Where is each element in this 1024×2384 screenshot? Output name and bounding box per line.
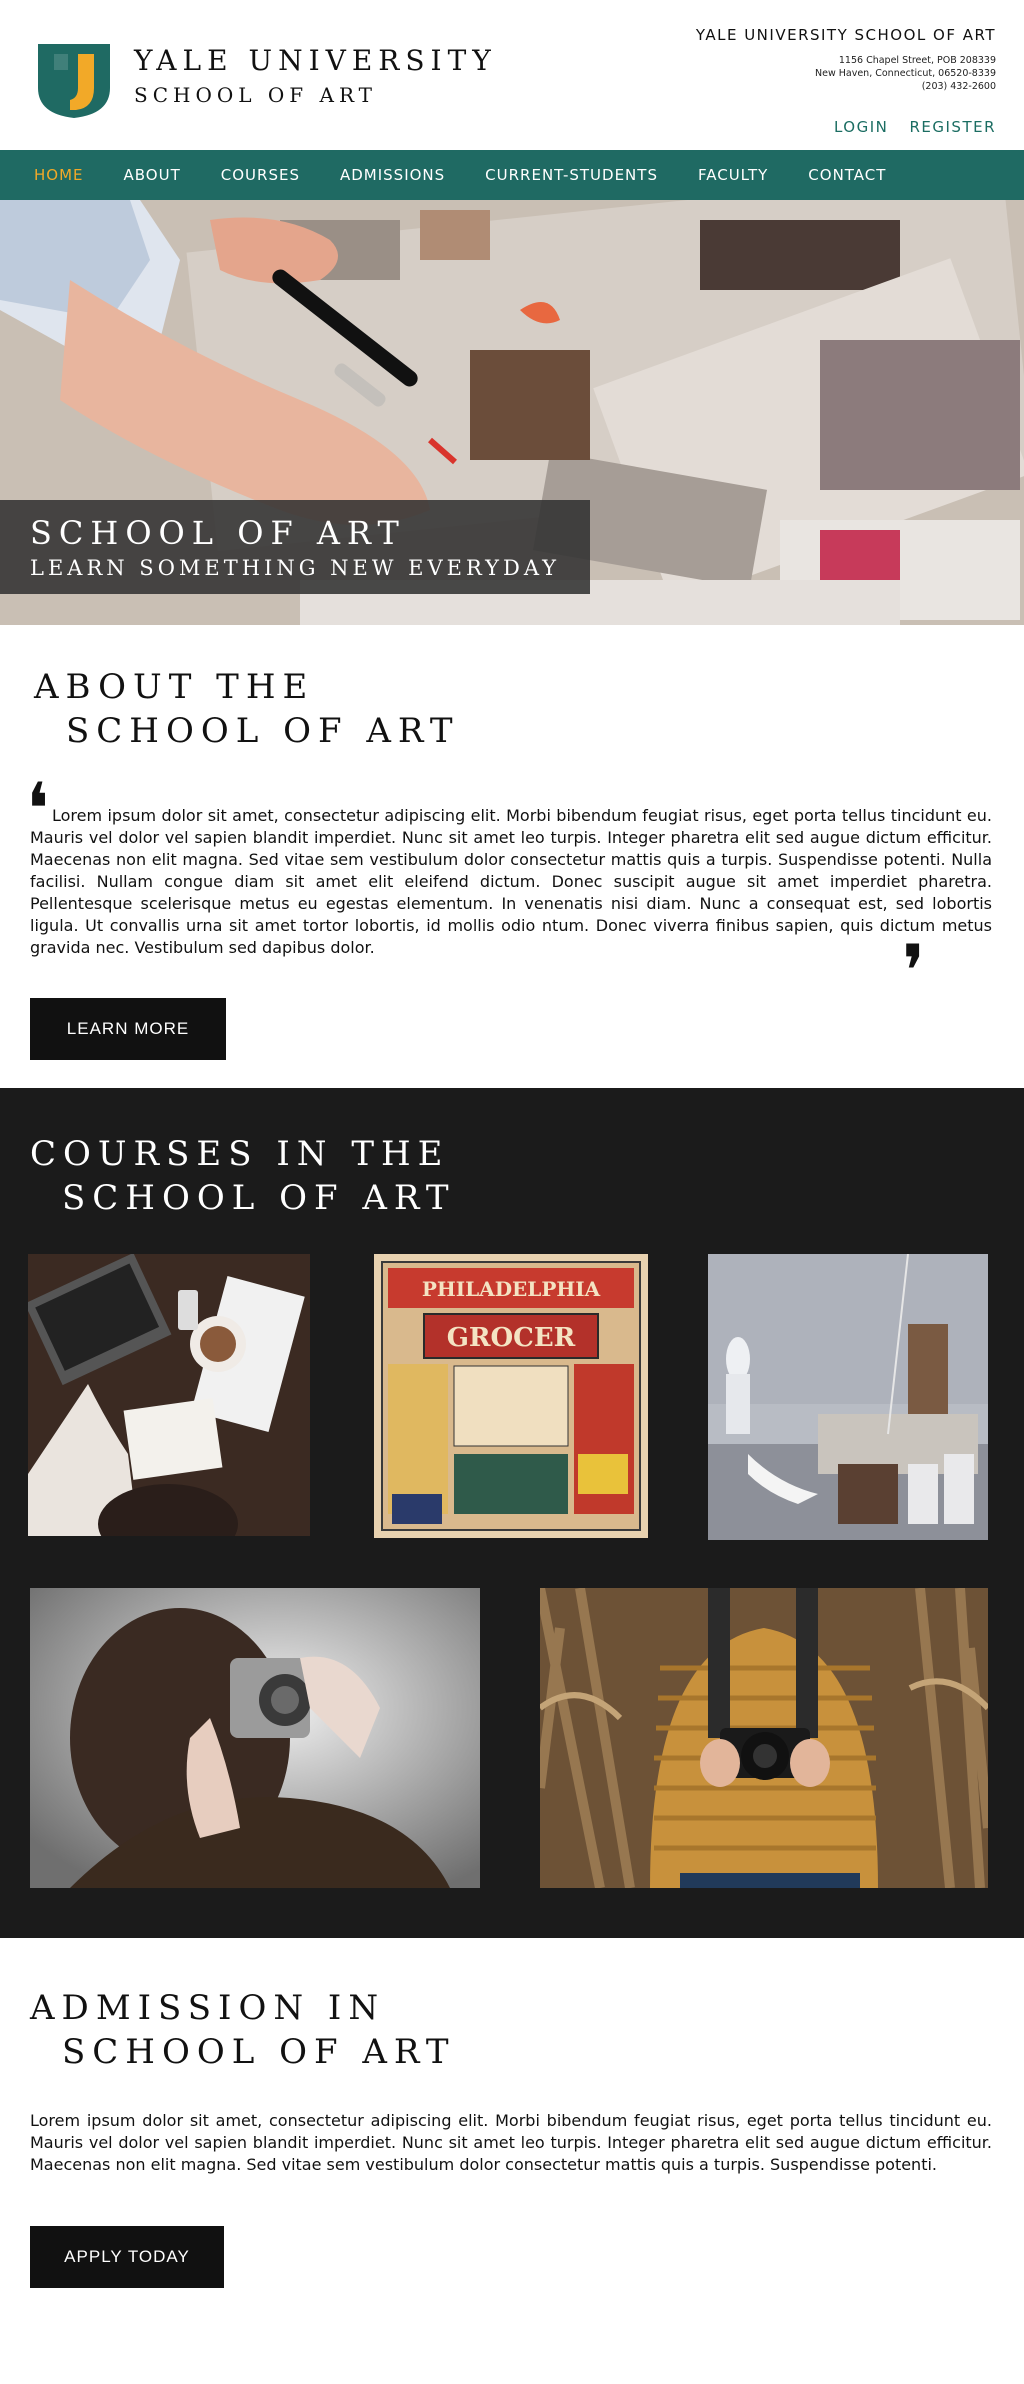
poster-text-1: PHILADELPHIA bbox=[422, 1277, 601, 1301]
admission-title: ADMISSION IN SCHOOL OF ART bbox=[30, 1986, 456, 2074]
brand-name: YALE UNIVERSITY SCHOOL OF ART bbox=[134, 44, 497, 107]
nav-faculty[interactable]: FACULTY bbox=[678, 166, 788, 184]
admission-title-line1: ADMISSION IN bbox=[30, 1988, 386, 2028]
login-link[interactable]: LOGIN bbox=[834, 118, 888, 136]
nav-about[interactable]: ABOUT bbox=[104, 166, 201, 184]
courses-section: COURSES IN THE SCHOOL OF ART PHILADELPHI… bbox=[0, 1088, 1024, 1938]
course-image-sculpture[interactable] bbox=[708, 1254, 988, 1540]
hero-banner: SCHOOL OF ART LEARN SOMETHING NEW EVERYD… bbox=[0, 200, 1024, 625]
auth-links: LOGIN REGISTER bbox=[818, 117, 996, 136]
site-header: YALE UNIVERSITY SCHOOL OF ART YALE UNIVE… bbox=[0, 0, 1024, 150]
about-body: Lorem ipsum dolor sit amet, consectetur … bbox=[30, 805, 992, 959]
courses-title: COURSES IN THE SCHOOL OF ART bbox=[30, 1132, 456, 1220]
course-image-poster[interactable]: PHILADELPHIA GROCER bbox=[374, 1254, 648, 1538]
phone-number: (203) 432-2600 bbox=[921, 81, 996, 92]
register-link[interactable]: REGISTER bbox=[909, 118, 996, 136]
nav-admissions[interactable]: ADMISSIONS bbox=[320, 166, 465, 184]
address-line-1: 1156 Chapel Street, POB 208339 bbox=[838, 55, 996, 66]
course-image-desk[interactable] bbox=[28, 1254, 310, 1536]
hero-subtitle: LEARN SOMETHING NEW EVERYDAY bbox=[30, 556, 561, 580]
admission-title-line2: SCHOOL OF ART bbox=[62, 2032, 456, 2072]
admission-body: Lorem ipsum dolor sit amet, consectetur … bbox=[30, 2111, 992, 2174]
hero-title: SCHOOL OF ART bbox=[30, 514, 406, 552]
address-line-2: New Haven, Connecticut, 06520-8339 bbox=[815, 68, 996, 79]
contact-info: YALE UNIVERSITY SCHOOL OF ART 1156 Chape… bbox=[696, 26, 996, 93]
about-title: ABOUT THE SCHOOL OF ART bbox=[34, 665, 460, 753]
main-nav: HOME ABOUT COURSES ADMISSIONS CURRENT-ST… bbox=[0, 150, 1024, 200]
apply-today-button[interactable]: APPLY TODAY bbox=[30, 2226, 224, 2288]
courses-title-line2: SCHOOL OF ART bbox=[62, 1178, 456, 1218]
about-section: ABOUT THE SCHOOL OF ART ❛ Lorem ipsum do… bbox=[0, 625, 1024, 1088]
about-title-line1: ABOUT THE bbox=[34, 667, 315, 707]
yale-logo[interactable] bbox=[34, 40, 114, 120]
nav-home[interactable]: HOME bbox=[14, 166, 104, 184]
nav-courses[interactable]: COURSES bbox=[201, 166, 320, 184]
courses-title-line1: COURSES IN THE bbox=[30, 1134, 450, 1174]
learn-more-button[interactable]: LEARN MORE bbox=[30, 998, 226, 1060]
admission-section: ADMISSION IN SCHOOL OF ART Lorem ipsum d… bbox=[0, 1938, 1024, 2384]
close-quote-icon: ❜ bbox=[902, 929, 926, 1013]
brand-school: SCHOOL OF ART bbox=[134, 83, 377, 107]
nav-contact[interactable]: CONTACT bbox=[788, 166, 906, 184]
nav-current-students[interactable]: CURRENT-STUDENTS bbox=[465, 166, 678, 184]
contact-title: YALE UNIVERSITY SCHOOL OF ART bbox=[695, 26, 996, 44]
course-image-filmmaker[interactable] bbox=[30, 1588, 480, 1888]
poster-text-2: GROCER bbox=[447, 1323, 576, 1353]
about-title-line2: SCHOOL OF ART bbox=[66, 711, 460, 751]
course-image-photographer[interactable] bbox=[540, 1588, 988, 1888]
brand-university: YALE UNIVERSITY bbox=[134, 44, 497, 77]
about-body-text: Lorem ipsum dolor sit amet, consectetur … bbox=[30, 806, 992, 957]
hero-caption: SCHOOL OF ART LEARN SOMETHING NEW EVERYD… bbox=[0, 500, 590, 594]
